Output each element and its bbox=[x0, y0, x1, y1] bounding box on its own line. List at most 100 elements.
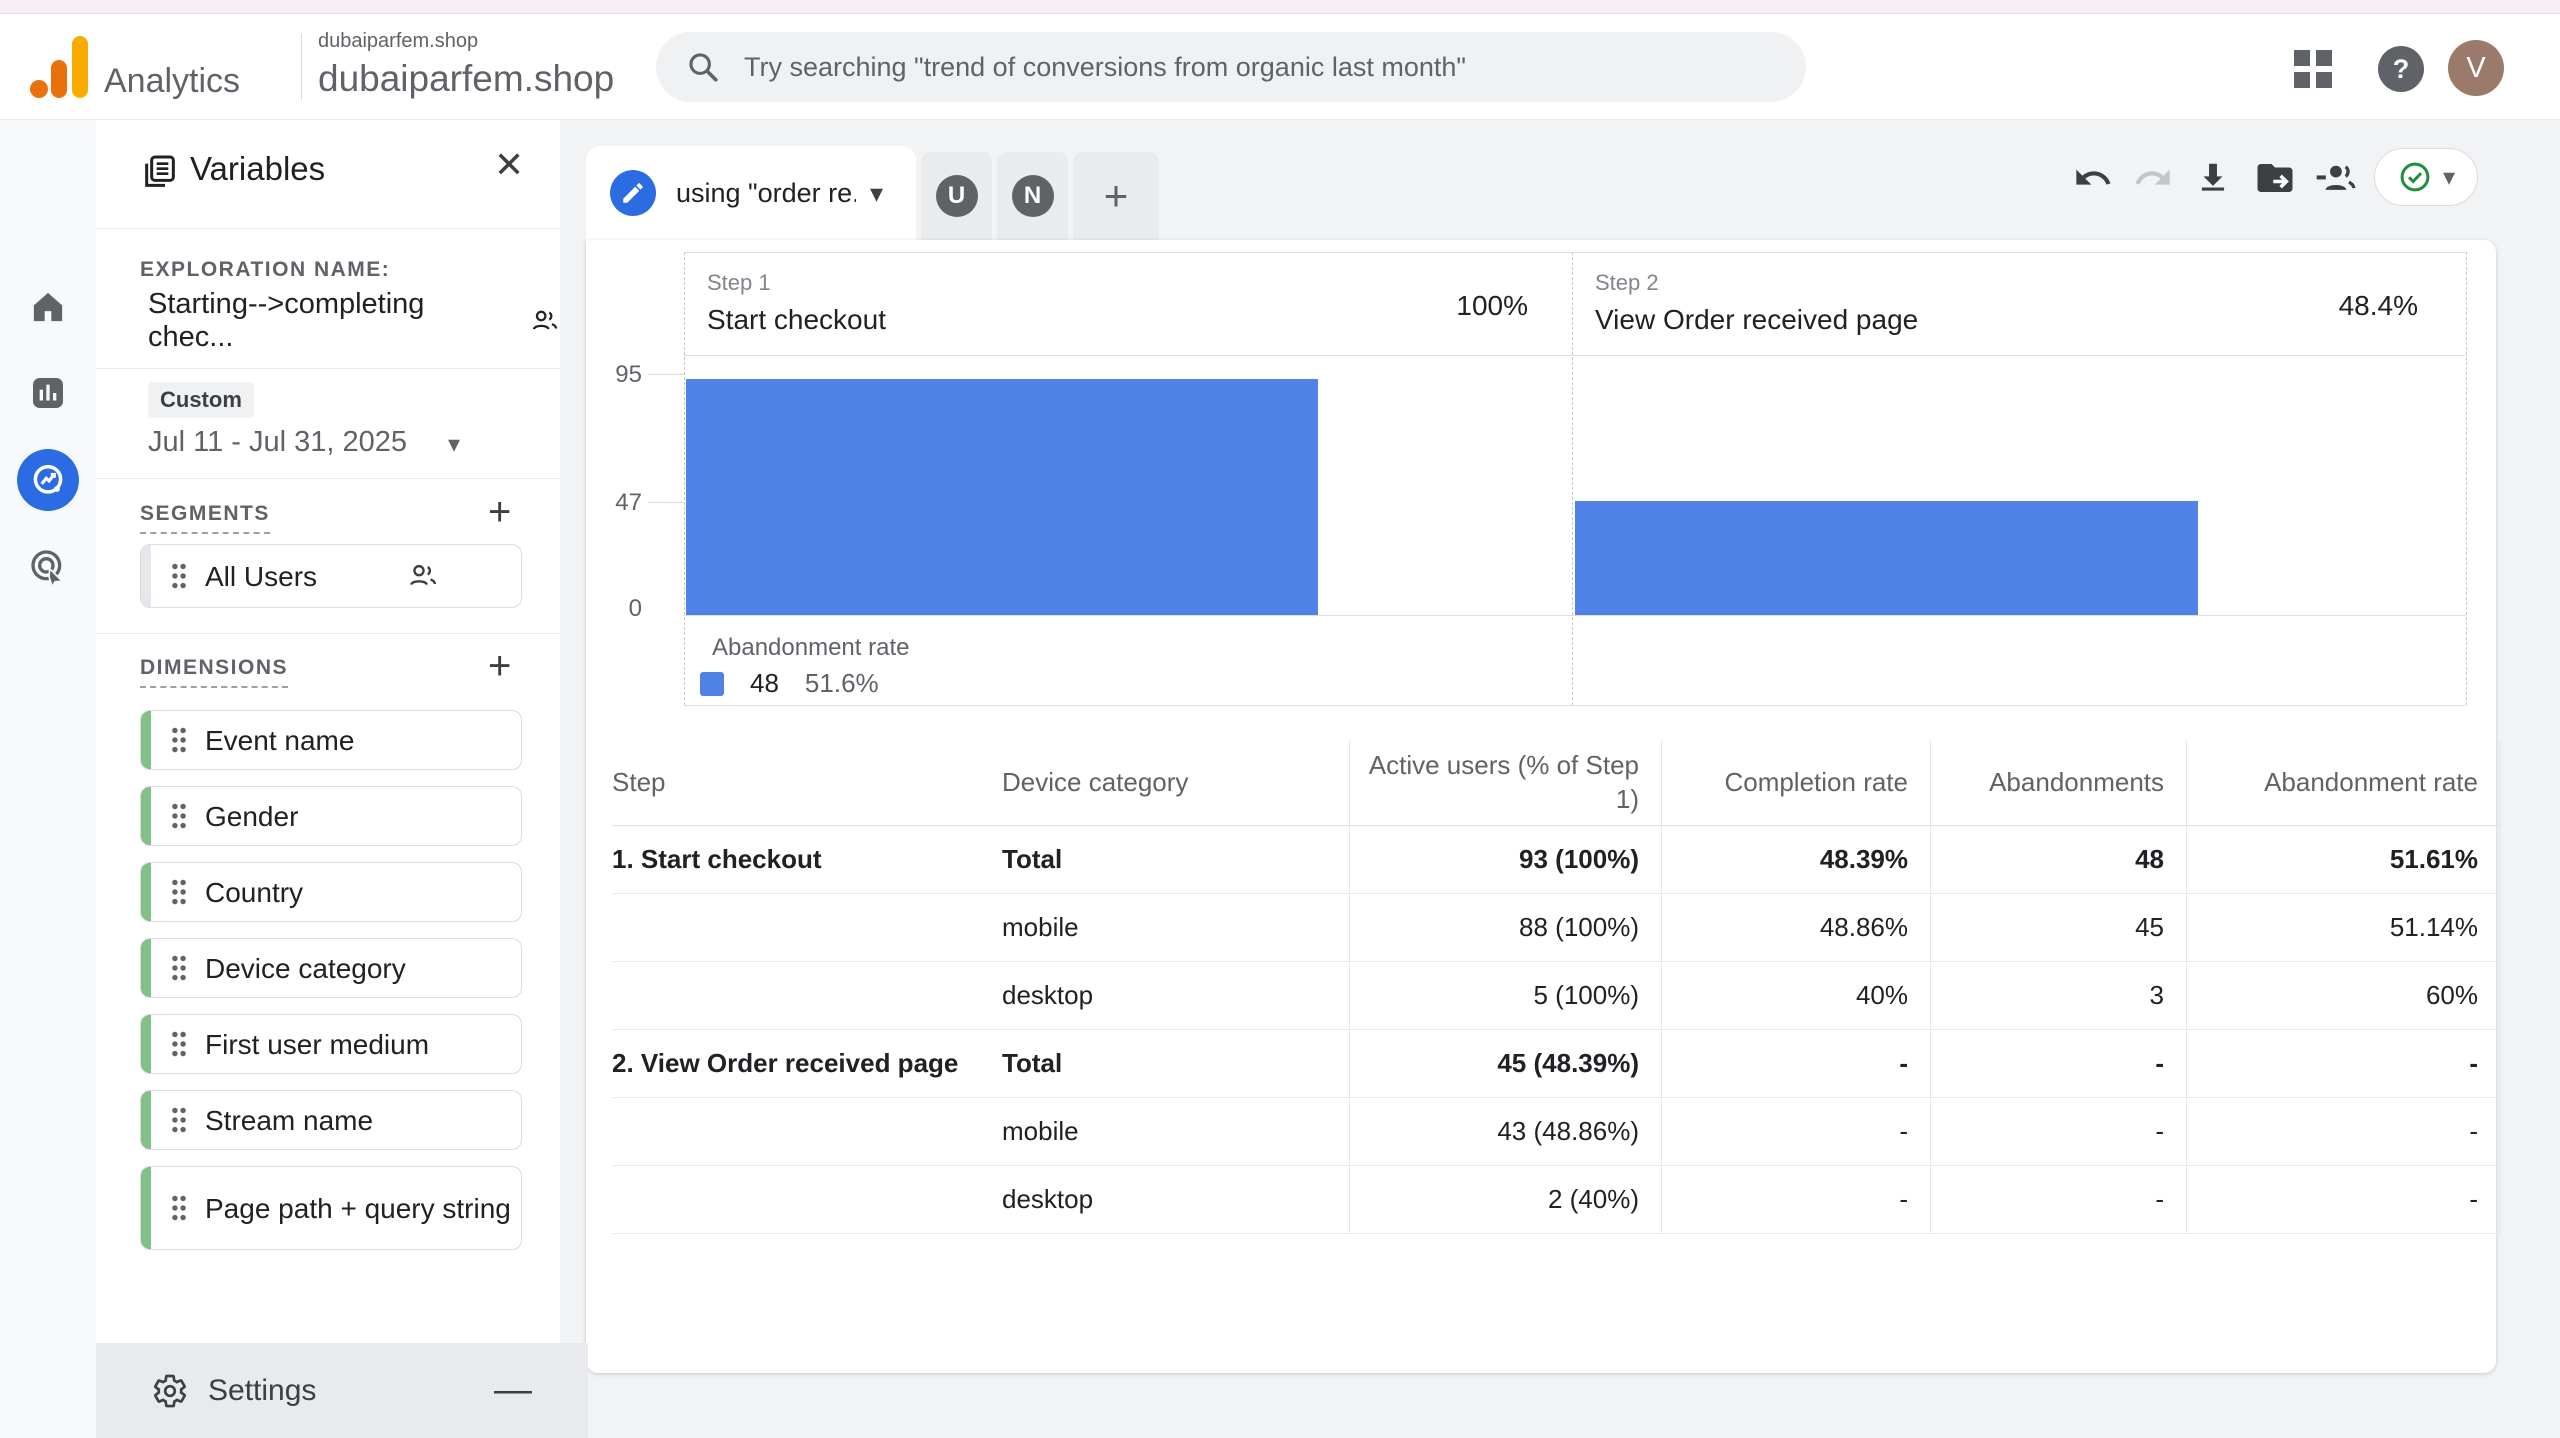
date-range-badge: Custom bbox=[148, 382, 254, 418]
segments-label: SEGMENTS bbox=[140, 502, 270, 534]
drag-handle-icon[interactable] bbox=[169, 561, 189, 591]
y-tick-0: 0 bbox=[628, 595, 642, 622]
dimension-chip[interactable]: Page path + query string bbox=[140, 1166, 522, 1250]
table-cell: 3 bbox=[1931, 962, 2187, 1029]
drag-handle-icon[interactable] bbox=[169, 725, 189, 755]
table-cell: 43 (48.86%) bbox=[1350, 1098, 1662, 1165]
exploration-name-label: EXPLORATION NAME: bbox=[140, 258, 391, 281]
table-row[interactable]: mobile 88 (100%) 48.86% 45 51.14% bbox=[612, 894, 2501, 962]
table-row[interactable]: desktop 5 (100%) 40% 3 60% bbox=[612, 962, 2501, 1030]
dimension-chip[interactable]: Gender bbox=[140, 786, 522, 846]
chip-strip bbox=[141, 1167, 151, 1249]
segment-chip-all-users[interactable]: All Users bbox=[140, 544, 522, 608]
redo-icon[interactable] bbox=[2129, 154, 2177, 202]
exploration-canvas: Step 1 Start checkout 100% Step 2 View O… bbox=[586, 240, 2501, 1373]
table-cell: - bbox=[1662, 1166, 1931, 1233]
nav-explore-icon-active[interactable] bbox=[17, 449, 79, 511]
tab-u-badge: U bbox=[935, 175, 978, 217]
step2-rate: 48.4% bbox=[2338, 290, 2418, 321]
edit-pencil-icon bbox=[610, 170, 656, 216]
help-icon[interactable]: ? bbox=[2378, 46, 2424, 92]
table-cell: - bbox=[2187, 1166, 2501, 1233]
saved-status-button[interactable]: ▾ bbox=[2374, 148, 2478, 206]
dimension-label: Country bbox=[205, 876, 304, 908]
add-tab-button[interactable]: + bbox=[1073, 152, 1159, 240]
table-row[interactable]: 1. Start checkout Total 93 (100%) 48.39% 48 5… bbox=[612, 826, 2501, 894]
y-tick-95: 95 bbox=[615, 361, 642, 388]
table-cell: 45 bbox=[1931, 894, 2187, 961]
share-users-icon[interactable] bbox=[2311, 154, 2359, 202]
exploration-name-value: Starting-->completing chec... bbox=[148, 288, 425, 353]
table-row[interactable]: desktop 2 (40%) - - - bbox=[612, 1166, 2501, 1234]
nav-advertising-icon[interactable] bbox=[17, 536, 79, 598]
avatar[interactable]: V bbox=[2448, 40, 2504, 96]
col-device-category: Device category bbox=[986, 740, 1350, 825]
nav-home-icon[interactable] bbox=[17, 276, 79, 338]
exploration-name-field[interactable]: Starting-->completing chec... bbox=[148, 288, 560, 354]
chip-strip bbox=[141, 545, 151, 607]
property-name[interactable]: dubaiparfem.shop bbox=[318, 58, 614, 100]
add-dimension-button[interactable]: + bbox=[488, 646, 511, 686]
legend-value: 48 bbox=[750, 668, 779, 698]
download-icon[interactable] bbox=[2189, 154, 2237, 202]
tab-n[interactable]: N bbox=[997, 152, 1068, 240]
drag-handle-icon[interactable] bbox=[169, 801, 189, 831]
table-cell: 48 bbox=[1931, 826, 2187, 893]
col-abandonment-rate: Abandonment rate bbox=[2187, 740, 2501, 825]
funnel-bar-step1[interactable] bbox=[686, 379, 1318, 615]
table-cell: - bbox=[1931, 1166, 2187, 1233]
variables-panel: Variables ✕ EXPLORATION NAME: Starting--… bbox=[96, 120, 560, 1438]
chevron-down-icon[interactable]: ▾ bbox=[2443, 163, 2455, 192]
tab-label: using "order re... bbox=[676, 177, 856, 208]
users-icon bbox=[410, 564, 437, 586]
table-row[interactable]: 2. View Order received page Total 45 (48.3… bbox=[612, 1030, 2501, 1098]
funnel-bar-step2[interactable] bbox=[1575, 501, 2198, 615]
analytics-logo-icon[interactable] bbox=[30, 36, 88, 98]
table-cell bbox=[612, 1166, 986, 1233]
drag-handle-icon[interactable] bbox=[169, 877, 189, 907]
close-icon[interactable]: ✕ bbox=[494, 144, 524, 186]
divider bbox=[96, 368, 560, 369]
chip-strip bbox=[141, 939, 151, 997]
dimension-chip[interactable]: Event name bbox=[140, 710, 522, 770]
table-cell: 40% bbox=[1662, 962, 1931, 1029]
nav-reports-icon[interactable] bbox=[17, 362, 79, 424]
settings-bar[interactable]: Settings — bbox=[96, 1343, 588, 1438]
ga-explorations-app: Analytics dubaiparfem.shop dubaiparfem.s… bbox=[0, 0, 2560, 1438]
chevron-down-icon[interactable]: ▾ bbox=[870, 178, 883, 209]
drag-handle-icon[interactable] bbox=[169, 1105, 189, 1135]
table-cell: - bbox=[1662, 1030, 1931, 1097]
table-cell: 88 (100%) bbox=[1350, 894, 1662, 961]
tab-active-exploration[interactable]: using "order re... ▾ bbox=[586, 146, 916, 240]
tab-n-badge: N bbox=[1011, 175, 1054, 217]
search-input[interactable]: Try searching "trend of conversions from… bbox=[656, 32, 1806, 102]
table-cell: - bbox=[1931, 1030, 2187, 1097]
drag-handle-icon[interactable] bbox=[169, 1029, 189, 1059]
dimension-chip[interactable]: Country bbox=[140, 862, 522, 922]
breadcrumb[interactable]: dubaiparfem.shop bbox=[318, 30, 478, 53]
table-cell: 2. View Order received page bbox=[612, 1048, 959, 1078]
table-cell: 5 (100%) bbox=[1350, 962, 1662, 1029]
dimension-chip[interactable]: Stream name bbox=[140, 1090, 522, 1150]
nav-rail bbox=[0, 120, 96, 1438]
chevron-down-icon[interactable]: ▾ bbox=[448, 430, 460, 459]
tab-u[interactable]: U bbox=[921, 152, 992, 240]
date-range-value[interactable]: Jul 11 - Jul 31, 2025 bbox=[148, 426, 407, 459]
apps-grid-icon[interactable] bbox=[2294, 50, 2332, 88]
header-divider bbox=[301, 34, 302, 100]
app-header: Analytics dubaiparfem.shop dubaiparfem.s… bbox=[0, 14, 2560, 120]
drag-handle-icon[interactable] bbox=[169, 1193, 189, 1223]
add-segment-button[interactable]: + bbox=[488, 492, 511, 532]
collapse-icon[interactable]: — bbox=[494, 1369, 532, 1412]
dimension-label: Event name bbox=[205, 724, 355, 756]
undo-icon[interactable] bbox=[2069, 154, 2117, 202]
dimension-chip[interactable]: First user medium bbox=[140, 1014, 522, 1074]
export-folder-icon[interactable] bbox=[2251, 154, 2299, 202]
table-row[interactable]: mobile 43 (48.86%) - - - bbox=[612, 1098, 2501, 1166]
drag-handle-icon[interactable] bbox=[169, 953, 189, 983]
dimension-chip[interactable]: Device category bbox=[140, 938, 522, 998]
table-cell: Total bbox=[986, 1030, 1350, 1097]
app-name: Analytics bbox=[104, 62, 241, 100]
table-cell: 51.14% bbox=[2187, 894, 2501, 961]
check-circle-icon bbox=[2400, 162, 2430, 192]
